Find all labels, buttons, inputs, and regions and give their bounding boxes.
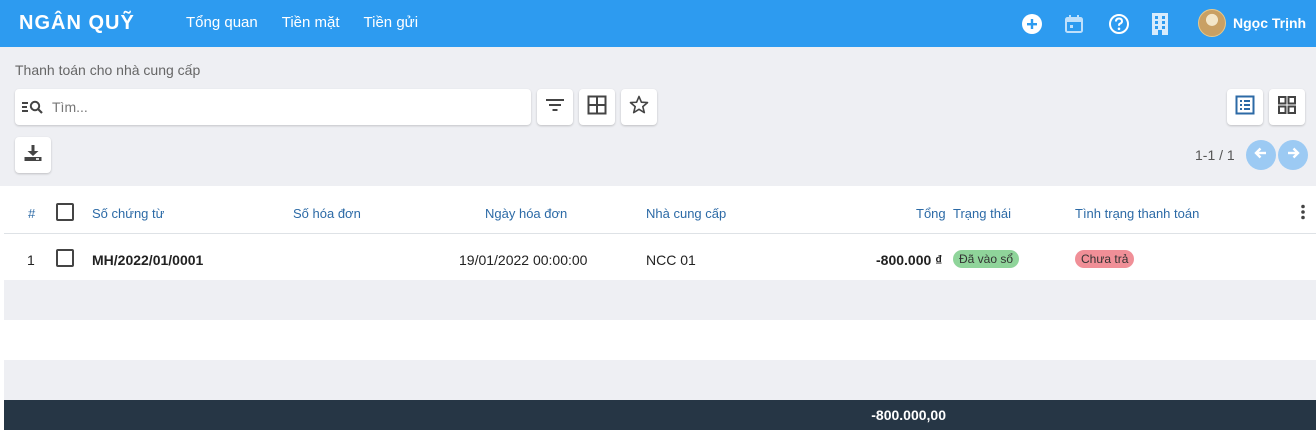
app-brand[interactable]: NGÂN QUỸ [19, 12, 135, 35]
breadcrumb: Thanh toán cho nhà cung cấp [15, 62, 201, 78]
empty-row [4, 280, 1316, 320]
pager-previous-button[interactable] [1246, 140, 1276, 170]
top-navbar: NGÂN QUỸ Tổng quan Tiền mặt Tiền gửi Ngọ… [0, 0, 1316, 47]
row-number: 1 [27, 252, 35, 268]
column-header-status[interactable]: Trạng thái [953, 206, 1011, 221]
row-voucher[interactable]: MH/2022/01/0001 [92, 252, 203, 268]
empty-row [4, 320, 1316, 360]
menu-item-overview[interactable]: Tổng quan [186, 14, 258, 31]
column-header-total[interactable]: Tổng [916, 206, 946, 221]
row-checkbox[interactable] [56, 249, 74, 267]
column-header-invoice-number[interactable]: Số hóa đơn [293, 206, 361, 221]
column-header-invoice-date[interactable]: Ngày hóa đơn [485, 206, 567, 221]
search-bar[interactable] [15, 89, 531, 125]
pager-value[interactable]: 1-1 / 1 [1195, 147, 1235, 163]
favorites-button[interactable] [621, 89, 657, 125]
row-invoice-date: 19/01/2022 00:00:00 [459, 252, 588, 268]
payment-status-badge: Chưa trả [1075, 250, 1135, 268]
column-header-supplier[interactable]: Nhà cung cấp [646, 206, 726, 221]
column-options-icon[interactable] [1300, 204, 1306, 225]
row-total: -800.000 ₫ [876, 252, 943, 268]
select-all-checkbox[interactable] [56, 203, 74, 221]
star-icon [629, 95, 649, 120]
row-supplier: NCC 01 [646, 252, 696, 268]
column-header-voucher[interactable]: Số chứng từ [92, 206, 164, 221]
list-view-button[interactable] [1227, 89, 1263, 125]
menu-item-cash[interactable]: Tiền mặt [282, 14, 340, 31]
column-header-num: # [28, 206, 36, 221]
menu-item-deposits[interactable]: Tiền gửi [364, 14, 419, 31]
help-icon[interactable] [1107, 12, 1131, 36]
filter-button[interactable] [537, 89, 573, 125]
filter-icon [546, 98, 564, 117]
avatar[interactable] [1198, 9, 1226, 37]
list-view-icon [1235, 95, 1255, 120]
export-button[interactable] [15, 137, 51, 173]
control-panel: Thanh toán cho nhà cung cấp Tìm... 1-1 /… [0, 47, 1316, 186]
table-header: # Số chứng từ Số hóa đơn Ngày hóa đơn Nh… [4, 186, 1316, 234]
main-menu: Tổng quan Tiền mặt Tiền gửi [186, 14, 418, 31]
plus-circle-icon[interactable] [1020, 12, 1044, 36]
arrow-left-icon [1253, 145, 1269, 166]
search-icon [22, 96, 44, 118]
download-icon [23, 144, 43, 167]
user-name[interactable]: Ngọc Trịnh [1233, 15, 1306, 31]
kanban-view-button[interactable] [1269, 89, 1305, 125]
search-input[interactable] [52, 99, 512, 115]
footer-total: -800.000,00 [871, 407, 946, 423]
table-footer: -800.000,00 [4, 400, 1316, 430]
calendar-icon[interactable] [1062, 12, 1086, 36]
status-badge: Đã vào sổ [953, 250, 1020, 268]
arrow-right-icon [1285, 145, 1301, 166]
pager-next-button[interactable] [1278, 140, 1308, 170]
grid-table-icon [587, 95, 607, 120]
group-by-button[interactable] [579, 89, 615, 125]
empty-row [4, 360, 1316, 400]
column-header-payment-status[interactable]: Tình trạng thanh toán [1075, 206, 1199, 221]
kanban-view-icon [1277, 95, 1297, 120]
building-icon[interactable] [1148, 12, 1172, 36]
